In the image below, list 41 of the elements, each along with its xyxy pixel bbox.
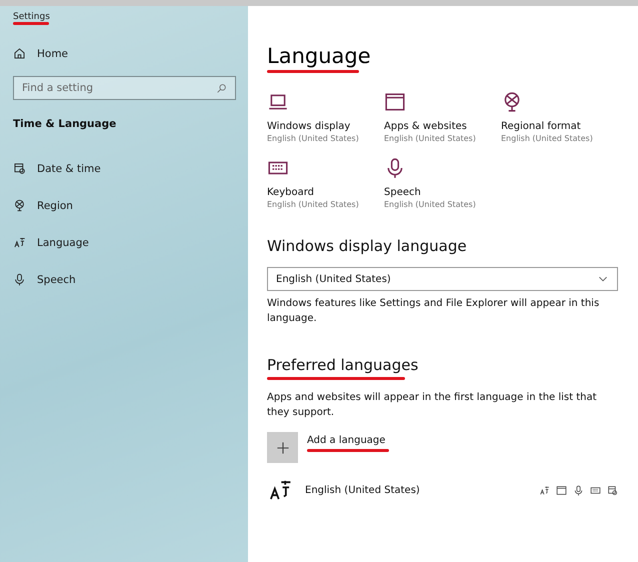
window-icon [384,91,406,113]
language-icon [539,484,550,496]
tile-value: English (United States) [267,134,360,143]
description-text: Windows features like Settings and File Explorer will appear in this language. [267,297,600,326]
description-text: Apps and websites will appear in the first language in the list that they support. [267,391,598,420]
calendar-icon [13,162,26,175]
tile-value: English (United States) [267,200,360,209]
nav-item[interactable]: Speech [37,274,76,286]
calendar-icon [607,484,618,496]
tile-label[interactable]: Windows display [267,121,384,132]
add-button[interactable] [267,432,298,463]
tile-label[interactable]: Keyboard [267,187,384,198]
window-icon [556,484,567,496]
tile-value: English (United States) [384,200,477,209]
search-field[interactable]: Find a setting [13,76,236,100]
globe-icon [13,199,26,212]
tile-label[interactable]: Apps & websites [384,121,501,132]
page-title: Language [267,44,371,68]
keyboard-icon [590,484,601,496]
language-dropdown[interactable]: English (United States) [267,267,618,291]
home-icon [13,47,26,60]
tile-label[interactable]: Regional format [501,121,618,132]
tile-value: English (United States) [384,134,477,143]
tile-label[interactable]: Speech [384,187,501,198]
microphone-icon [573,484,584,496]
annotation-underline [13,22,49,25]
tile-value: English (United States) [501,134,594,143]
section-heading: Preferred languages [267,356,418,374]
language-name[interactable]: English (United States) [305,484,420,496]
nav-item[interactable]: Home [37,48,68,60]
section-heading: Time & Language [13,118,118,130]
nav-item[interactable]: Language [37,236,89,248]
window-title: Settings [13,12,50,22]
nav-item[interactable]: Date & time [37,162,101,174]
search-icon [216,82,227,94]
nav-item[interactable]: Region [37,200,73,212]
section-heading: Windows display language [267,237,467,255]
language-icon [13,236,26,249]
microphone-icon [13,273,26,286]
plus-icon [274,440,290,456]
add-language-link[interactable]: Add a language [307,435,389,446]
